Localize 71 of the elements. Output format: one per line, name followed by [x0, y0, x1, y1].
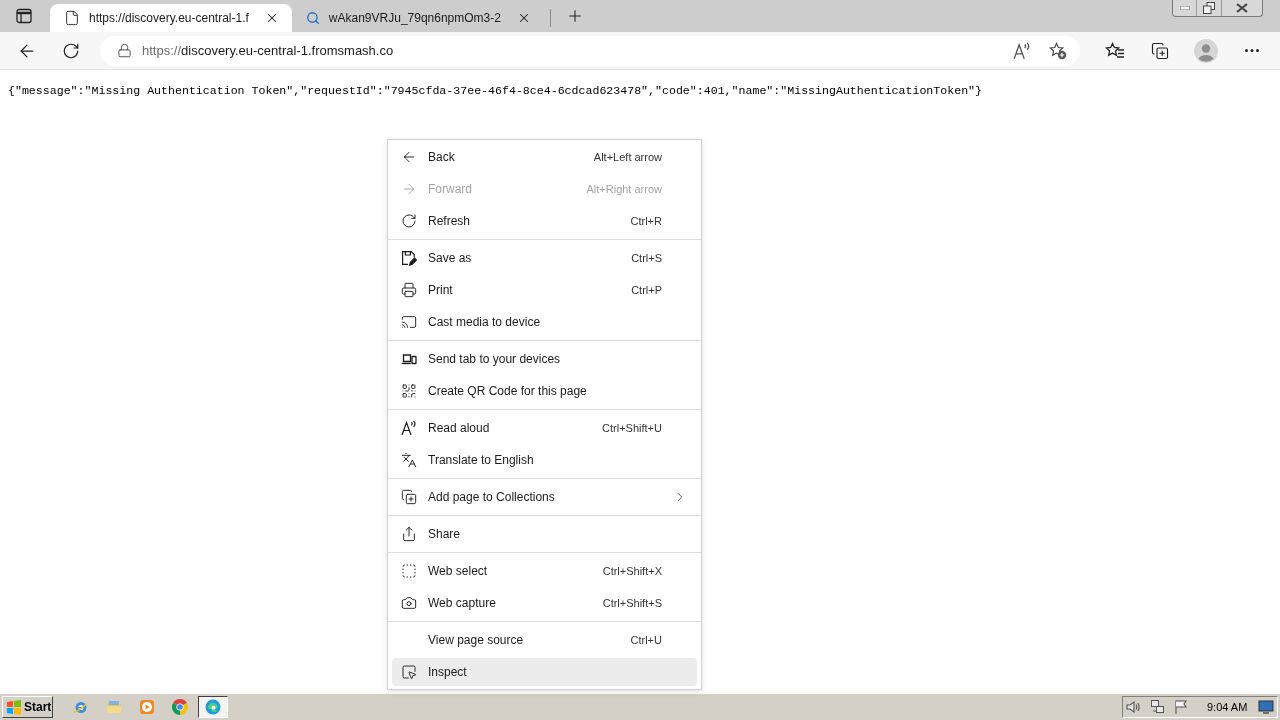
taskbar-app-button[interactable] [198, 696, 228, 718]
page-icon [64, 10, 80, 26]
dashed-square-icon [401, 563, 417, 579]
menu-item[interactable]: Share [392, 520, 697, 548]
json-response-text: {"message":"Missing Authentication Token","requestId":"7945cfda-37ee-46f4-8ce4-6cdcad623478","code":401,"name":"MissingAuthenticationToken"} [8, 84, 984, 98]
menu-item[interactable]: Create QR Code for this page [392, 377, 697, 405]
monitor-icon[interactable] [1258, 699, 1275, 715]
menu-item[interactable]: Save as Ctrl+S [392, 244, 697, 272]
camera-icon [401, 595, 417, 611]
share-icon [401, 526, 417, 542]
menu-item[interactable]: Read aloud Ctrl+Shift+U [392, 414, 697, 442]
menu-item[interactable]: View page source Ctrl+U [392, 626, 697, 654]
shortcut-label: Ctrl+Shift+U [602, 420, 662, 436]
shortcut-label: Ctrl+R [630, 213, 662, 229]
cast-icon [401, 314, 417, 330]
shortcut-label: Alt+Left arrow [593, 149, 662, 165]
copy-plus-icon [1151, 41, 1169, 60]
menu-item[interactable]: Inspect [392, 658, 697, 686]
laptop-phone-icon [401, 351, 417, 367]
url-text: https://discovery.eu-central-1.fromsmash.co [142, 41, 394, 60]
translate-icon [401, 452, 417, 468]
speaker-icon[interactable] [1125, 699, 1141, 715]
browser-tab[interactable]: https://discovery.eu-central-1.f [50, 4, 292, 32]
menu-item[interactable]: Add page to Collections [392, 483, 697, 511]
tricolor-circle-icon [172, 699, 188, 715]
cursor-square-icon [401, 664, 417, 680]
shortcut-label: Ctrl+U [630, 632, 662, 648]
shortcut-label: Ctrl+Shift+X [602, 563, 662, 579]
arrow-left-icon [401, 149, 417, 165]
more-icon [1245, 49, 1259, 52]
menu-item[interactable]: Web capture Ctrl+Shift+S [392, 589, 697, 617]
shortcut-label: Ctrl+P [631, 282, 662, 298]
globe-ring-icon [73, 699, 89, 715]
menu-item[interactable]: Back Alt+Left arrow [392, 143, 697, 171]
avatar-icon [1194, 38, 1218, 63]
folder-icon [106, 699, 122, 715]
menu-item[interactable]: Refresh Ctrl+R [392, 207, 697, 235]
shortcut-label: Ctrl+S [631, 250, 662, 266]
menu-item[interactable]: Web select Ctrl+Shift+X [392, 557, 697, 585]
shortcut-label: Ctrl+Shift+S [602, 595, 662, 611]
four-color-flag-icon [6, 699, 22, 715]
menu-item[interactable]: Translate to English [392, 446, 697, 474]
menu-item[interactable]: Print Ctrl+P [392, 276, 697, 304]
play-icon [139, 699, 155, 715]
lock-icon [117, 43, 132, 58]
qr-code-icon [401, 383, 417, 399]
refresh-icon [62, 41, 80, 60]
swirl-icon [205, 699, 221, 715]
search-icon [305, 11, 320, 25]
read-aloud-icon [401, 420, 417, 436]
address-bar[interactable]: https://discovery.eu-central-1.fromsmash.co [100, 35, 1080, 66]
start-button[interactable]: Start [2, 696, 53, 718]
refresh-icon [401, 213, 417, 229]
menu-item[interactable]: Cast media to device [392, 308, 697, 336]
browser-tab[interactable]: wAkan9VRJu_79qn6npmOm3-2 [291, 4, 544, 32]
clock-text: 9:04 AM [1207, 699, 1248, 715]
restore-icon [1203, 2, 1215, 14]
close-icon [1236, 3, 1248, 13]
read-aloud-icon [1013, 41, 1031, 60]
network-icon[interactable] [1150, 699, 1166, 715]
printer-icon [401, 282, 417, 298]
copy-plus-icon [401, 489, 417, 505]
window-panel-icon [16, 8, 32, 24]
flag-icon[interactable] [1173, 699, 1189, 715]
shortcut-label: Alt+Right arrow [586, 181, 662, 197]
menu-item[interactable]: Send tab to your devices [392, 345, 697, 373]
star-list-icon [1105, 41, 1125, 60]
floppy-pencil-icon [401, 250, 417, 266]
arrow-right-icon [401, 181, 417, 197]
minimize-icon [1179, 6, 1190, 10]
star-plus-icon [1049, 41, 1067, 60]
